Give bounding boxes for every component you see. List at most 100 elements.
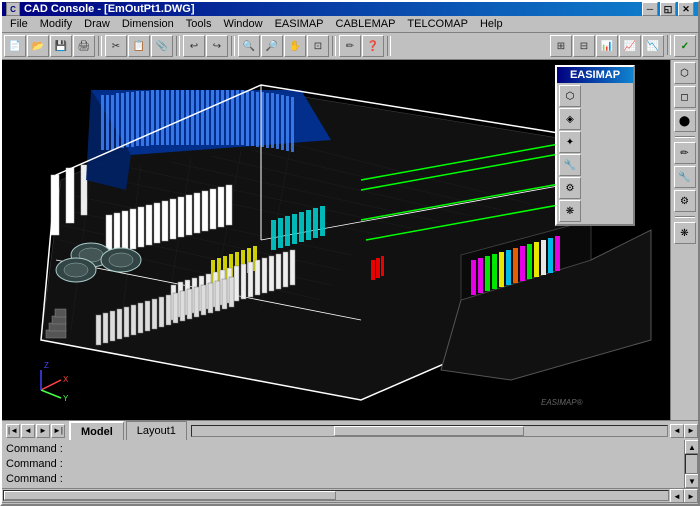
close-button[interactable]: ✕ (678, 2, 694, 16)
tab-model[interactable]: Model (69, 421, 124, 440)
viewport-row: X Y Z EASIMAP® EASIMAP ⬡ (2, 60, 698, 420)
cmd-h-thumb[interactable] (4, 491, 336, 500)
tb-snap3[interactable]: 📊 (596, 35, 618, 57)
tb-snap2[interactable]: ⊟ (573, 35, 595, 57)
status-bar: Invokes the EASIMAP Menu: EMAPMENU (2, 502, 698, 506)
ep-btn-3[interactable]: ✦ (559, 131, 581, 153)
menu-window[interactable]: Window (217, 16, 268, 32)
title-bar-buttons: ─ ◱ ✕ (642, 2, 694, 16)
menu-easimap[interactable]: EASIMAP (269, 16, 330, 32)
tab-row: |◄ ◄ ► ►| Model Layout1 ◄ ► (2, 420, 698, 440)
cmd-scroll-down[interactable]: ▼ (685, 474, 699, 488)
ep-btn-6[interactable]: ❋ (559, 200, 581, 222)
command-vscroll: ▲ ▼ (684, 440, 698, 488)
tb-sep-2 (176, 36, 180, 56)
cmd-scroll-track[interactable] (685, 454, 698, 474)
tb-draw[interactable]: ✏ (339, 35, 361, 57)
h-scroll-thumb[interactable] (334, 426, 524, 436)
menu-draw[interactable]: Draw (78, 16, 116, 32)
command-lines: Command : Command : Command : (2, 440, 684, 488)
command-line-3: Command : (6, 472, 680, 486)
menu-cablemap[interactable]: CABLEMAP (330, 16, 402, 32)
rt-btn-6[interactable]: ⚙ (674, 190, 696, 212)
tb-sep-1 (98, 36, 102, 56)
tb-paste[interactable]: 📎 (151, 35, 173, 57)
cmd-scroll-up[interactable]: ▲ (685, 440, 699, 454)
rt-btn-3[interactable]: ⬤ (674, 110, 696, 132)
tb-zoom-in[interactable]: 🔍 (238, 35, 260, 57)
tb-snap5[interactable]: 📉 (642, 35, 664, 57)
rt-btn-5[interactable]: 🔧 (674, 166, 696, 188)
bottom-controls: |◄ ◄ ► ►| Model Layout1 ◄ ► (2, 420, 698, 440)
svg-text:EASIMAP®: EASIMAP® (541, 398, 583, 407)
menu-bar: File Modify Draw Dimension Tools Window … (2, 16, 698, 33)
tb-sep-5 (387, 36, 391, 56)
rt-sep-1 (675, 136, 695, 138)
h-scroll-left[interactable]: ◄ (670, 424, 684, 438)
rt-btn-7[interactable]: ❋ (674, 222, 696, 244)
ep-btn-2[interactable]: ◈ (559, 108, 581, 130)
rt-btn-2[interactable]: ◻ (674, 86, 696, 108)
title-bar: C CAD Console - [EmOutPt1.DWG] ─ ◱ ✕ (2, 2, 698, 16)
command-with-scroll: Command : Command : Command : ▲ ▼ (2, 440, 698, 488)
rt-sep-2 (675, 216, 695, 218)
command-main: Command : Command : Command : (2, 440, 684, 488)
easimap-panel: EASIMAP ⬡ ◈ ✦ 🔧 ⚙ ❋ (555, 65, 635, 226)
tab-nav: |◄ ◄ ► ►| (6, 424, 65, 438)
cmd-h-left[interactable]: ◄ (670, 489, 684, 503)
command-line-2: Command : (6, 457, 680, 471)
tb-redo[interactable]: ↪ (206, 35, 228, 57)
tb-zoom-ext[interactable]: ⊡ (307, 35, 329, 57)
tb-undo[interactable]: ↩ (183, 35, 205, 57)
tb-sep-4 (332, 36, 336, 56)
tab-layout1[interactable]: Layout1 (126, 421, 187, 440)
menu-file[interactable]: File (4, 16, 34, 32)
menu-dimension[interactable]: Dimension (116, 16, 180, 32)
right-toolbar: ⬡ ◻ ⬤ ✏ 🔧 ⚙ ❋ (670, 60, 698, 420)
menu-help[interactable]: Help (474, 16, 509, 32)
tb-check[interactable]: ✓ (674, 35, 696, 57)
tb-print[interactable]: 🖨 (73, 35, 95, 57)
svg-text:X: X (63, 375, 69, 384)
tb-snap[interactable]: ⊞ (550, 35, 572, 57)
ep-btn-4[interactable]: 🔧 (559, 154, 581, 176)
menu-telcomap[interactable]: TELCOMAP (401, 16, 474, 32)
tb-copy[interactable]: 📋 (128, 35, 150, 57)
h-scroll-track[interactable] (191, 425, 668, 437)
ep-btn-5[interactable]: ⚙ (559, 177, 581, 199)
tb-new[interactable]: 📄 (4, 35, 26, 57)
window-title: CAD Console - [EmOutPt1.DWG] (24, 3, 642, 15)
tb-sep-3 (231, 36, 235, 56)
command-line-1: Command : (6, 442, 680, 456)
tb-save[interactable]: 💾 (50, 35, 72, 57)
tb-snap4[interactable]: 📈 (619, 35, 641, 57)
tab-first[interactable]: |◄ (6, 424, 20, 438)
menu-tools[interactable]: Tools (180, 16, 218, 32)
rt-btn-1[interactable]: ⬡ (674, 62, 696, 84)
tb-cut[interactable]: ✂ (105, 35, 127, 57)
cmd-h-right[interactable]: ► (684, 489, 698, 503)
menu-modify[interactable]: Modify (34, 16, 78, 32)
toolbar-area: 📄 📂 💾 🖨 ✂ 📋 📎 ↩ ↪ 🔍 🔎 ✋ ⊡ ✏ ❓ ⊞ ⊟ � (2, 33, 698, 60)
main-window: C CAD Console - [EmOutPt1.DWG] ─ ◱ ✕ Fil… (0, 0, 700, 506)
tb-help[interactable]: ❓ (362, 35, 384, 57)
cad-viewport[interactable]: X Y Z EASIMAP® EASIMAP ⬡ (2, 60, 670, 420)
viewport-container: X Y Z EASIMAP® EASIMAP ⬡ (2, 60, 698, 440)
tab-next[interactable]: ► (36, 424, 50, 438)
cmd-h-track[interactable] (3, 490, 669, 501)
tb-open[interactable]: 📂 (27, 35, 49, 57)
ep-btn-1[interactable]: ⬡ (559, 85, 581, 107)
tb-zoom-out[interactable]: 🔎 (261, 35, 283, 57)
bottom-section: Command : Command : Command : ▲ ▼ (2, 440, 698, 506)
minimize-button[interactable]: ─ (642, 2, 658, 16)
toolbar-row-1: 📄 📂 💾 🖨 ✂ 📋 📎 ↩ ↪ 🔍 🔎 ✋ ⊡ ✏ ❓ ⊞ ⊟ � (2, 33, 698, 59)
rt-btn-4[interactable]: ✏ (674, 142, 696, 164)
tb-pan[interactable]: ✋ (284, 35, 306, 57)
tab-prev[interactable]: ◄ (21, 424, 35, 438)
tab-last[interactable]: ►| (51, 424, 65, 438)
easimap-panel-items: ⬡ ◈ ✦ 🔧 ⚙ ❋ (557, 83, 633, 224)
svg-text:Z: Z (44, 361, 49, 370)
tb-sep-r (667, 35, 671, 55)
restore-button[interactable]: ◱ (660, 2, 676, 16)
h-scroll-right[interactable]: ► (684, 424, 698, 438)
